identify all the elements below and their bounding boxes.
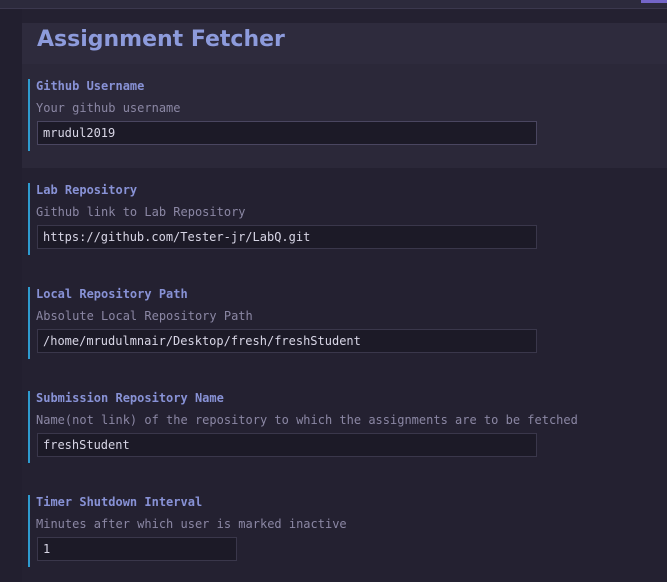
- active-tab-indicator: [641, 0, 667, 3]
- setting-title: Submission Repository Name: [36, 391, 224, 405]
- local-repository-path-input[interactable]: [37, 329, 537, 353]
- timer-shutdown-interval-input[interactable]: [37, 537, 237, 561]
- left-gutter: [0, 9, 22, 582]
- page-title: Assignment Fetcher: [37, 27, 285, 52]
- top-bar: [0, 0, 667, 9]
- setting-description: Name(not link) of the repository to whic…: [36, 413, 578, 427]
- setting-title: Local Repository Path: [36, 287, 188, 301]
- lab-repository-input[interactable]: [37, 225, 537, 249]
- github-username-input[interactable]: [37, 121, 537, 145]
- setting-description: Minutes after which user is marked inact…: [36, 517, 347, 531]
- setting-submission-repository-name: Submission Repository Name Name(not link…: [28, 391, 590, 463]
- setting-local-repository-path: Local Repository Path Absolute Local Rep…: [28, 287, 590, 359]
- setting-description: Absolute Local Repository Path: [36, 309, 253, 323]
- setting-github-username: Github Username Your github username: [28, 79, 590, 151]
- setting-description: Your github username: [36, 101, 181, 115]
- setting-title: Github Username: [36, 79, 145, 93]
- setting-title: Timer Shutdown Interval: [36, 495, 203, 509]
- setting-title: Lab Repository: [36, 183, 138, 197]
- submission-repository-name-input[interactable]: [37, 433, 537, 457]
- setting-timer-shutdown-interval: Timer Shutdown Interval Minutes after wh…: [28, 495, 590, 567]
- setting-lab-repository: Lab Repository Github link to Lab Reposi…: [28, 183, 590, 255]
- setting-description: Github link to Lab Repository: [36, 205, 246, 219]
